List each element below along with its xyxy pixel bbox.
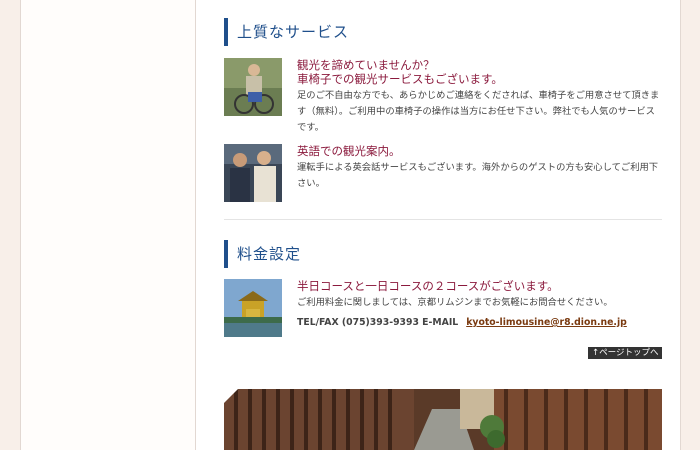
left-sidebar-panel (20, 0, 196, 450)
street-banner-photo (224, 389, 662, 450)
english-headline: 英語での観光案内。 (297, 144, 401, 158)
main-content: 上質なサービス 観光を諦めていませんか？ 車椅子での観光サービスもございます。 … (196, 0, 681, 450)
pricing-description: ご利用料金に関しましては、京都リムジンまでお気軽にお問合せください。 (297, 297, 613, 308)
service-item-wheelchair: 観光を諦めていませんか？ 車椅子での観光サービスもございます。 足のご不自由な方… (224, 58, 664, 133)
service-item-english: 英語での観光案内。 運転手による英会話サービスもございます。海外からのゲストの方… (224, 144, 664, 204)
wheelchair-tour-photo (224, 58, 282, 116)
wheelchair-headline: 観光を諦めていませんか？ 車椅子での観光サービスもございます。 (297, 58, 503, 86)
pricing-headline: 半日コースと一日コースの２コースがございます。 (297, 279, 559, 293)
english-description: 運転手による英会話サービスもございます。海外からのゲストの方も安心してご利用下さ… (297, 162, 659, 189)
pricing-item: 半日コースと一日コースの２コースがございます。 ご利用料金に関しましては、京都リ… (224, 279, 664, 339)
email-link[interactable]: kyoto-limousine@r8.dion.ne.jp (466, 317, 627, 328)
english-guide-photo (224, 144, 282, 202)
section-title-pricing: 料金設定 (224, 240, 301, 268)
section-title-service: 上質なサービス (224, 18, 349, 46)
page-top-button[interactable]: ↑ページトップへ (588, 347, 663, 359)
tel-fax-text: TEL/FAX (075)393-9393 E-MAIL (297, 317, 459, 328)
section-divider (224, 219, 662, 220)
wheelchair-description: 足のご不自由な方でも、あらかじめご連絡をくだされば、車椅子をご用意させて頂きます… (297, 90, 660, 133)
contact-line: TEL/FAX (075)393-9393 E-MAIL kyoto-limous… (297, 315, 662, 331)
kinkakuji-photo (224, 279, 282, 337)
